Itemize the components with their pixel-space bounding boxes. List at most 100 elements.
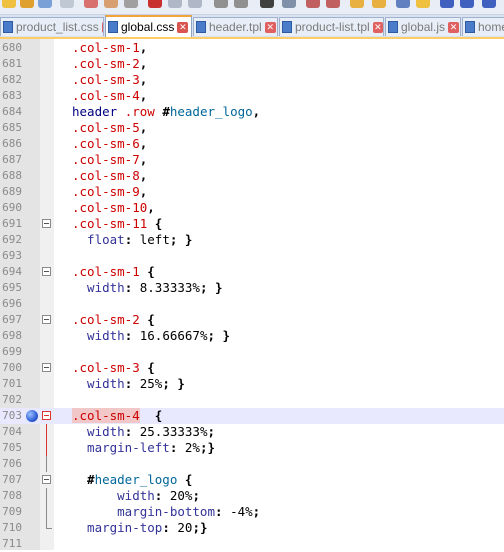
open-file-icon[interactable]: [20, 0, 34, 8]
code-line[interactable]: 709 margin-bottom: -4%;: [0, 504, 504, 520]
tab-label: global.js: [401, 20, 446, 34]
line-number: 707: [2, 473, 22, 486]
find-icon[interactable]: [260, 0, 274, 8]
fold-toggle-icon[interactable]: [42, 475, 51, 484]
code-token: width: [72, 280, 125, 295]
line-number: 706: [2, 457, 22, 470]
close-tab-icon[interactable]: ✕: [264, 21, 276, 33]
copy-icon[interactable]: [168, 0, 182, 8]
code-line[interactable]: 693: [0, 248, 504, 264]
sync-scroll-icon[interactable]: [350, 0, 364, 8]
zoom-in-icon[interactable]: [306, 0, 320, 8]
fold-toggle-icon[interactable]: [42, 315, 51, 324]
new-file-icon[interactable]: [2, 0, 16, 8]
code-token: {: [154, 216, 163, 231]
fold-toggle-icon[interactable]: [42, 411, 51, 420]
code-text: margin-bottom: -4%;: [72, 504, 260, 520]
line-number: 688: [2, 169, 22, 182]
code-line[interactable]: 682 .col-sm-3,: [0, 72, 504, 88]
code-text: float: left; }: [72, 232, 192, 248]
code-token: #: [72, 472, 95, 487]
code-line[interactable]: 694 .col-sm-1 {: [0, 264, 504, 280]
tab-header-tpl[interactable]: header.tpl ✕: [193, 17, 278, 36]
tab-home[interactable]: home: [462, 17, 504, 36]
fold-toggle-icon[interactable]: [42, 363, 51, 372]
code-editor[interactable]: 680 .col-sm-1, 681 .col-sm-2, 682 .col-sm-3, 6…: [0, 39, 504, 550]
code-line[interactable]: 699: [0, 344, 504, 360]
tab-global-css[interactable]: global.css ✕: [105, 15, 192, 37]
run-icon[interactable]: [482, 0, 496, 8]
save-icon[interactable]: [38, 0, 52, 8]
fold-toggle-icon[interactable]: [42, 267, 51, 276]
play-icon[interactable]: [460, 0, 474, 8]
code-token: :: [124, 328, 140, 343]
cut-icon[interactable]: [148, 0, 162, 8]
macro-icon[interactable]: [416, 0, 430, 8]
code-line[interactable]: 696: [0, 296, 504, 312]
line-number: 704: [2, 425, 22, 438]
code-line[interactable]: 689 .col-sm-9,: [0, 184, 504, 200]
print-icon[interactable]: [124, 0, 138, 8]
code-token: .col-sm-3: [72, 360, 148, 375]
paste-icon[interactable]: [188, 0, 202, 8]
close-tab-icon[interactable]: ✕: [177, 21, 189, 33]
code-line[interactable]: 697 .col-sm-2 {: [0, 312, 504, 328]
code-text: .col-sm-5,: [72, 120, 147, 136]
code-line[interactable]: 702: [0, 392, 504, 408]
code-line[interactable]: 695 width: 8.33333%; }: [0, 280, 504, 296]
close-tab-icon[interactable]: ✕: [101, 21, 103, 33]
code-line[interactable]: 687 .col-sm-7,: [0, 152, 504, 168]
code-text: .col-sm-4 {: [72, 408, 162, 424]
code-line[interactable]: 706: [0, 456, 504, 472]
code-line[interactable]: 710 margin-top: 20;}: [0, 520, 504, 536]
tab-global-js[interactable]: global.js ✕: [385, 17, 461, 36]
code-text: .col-sm-1,: [72, 40, 147, 56]
zoom-out-icon[interactable]: [326, 0, 340, 8]
word-wrap-icon[interactable]: [372, 0, 386, 8]
close-tab-icon[interactable]: ✕: [372, 21, 383, 33]
code-token: .col-sm-1: [72, 264, 148, 279]
code-token: .col-sm-5: [72, 120, 140, 135]
code-line[interactable]: 692 float: left; }: [0, 232, 504, 248]
indent-guide-icon[interactable]: [396, 0, 410, 8]
bookmark-icon[interactable]: [26, 410, 38, 422]
code-token: header_logo: [169, 104, 253, 119]
code-text: .col-sm-9,: [72, 184, 147, 200]
close-tab-icon[interactable]: ✕: [448, 21, 460, 33]
code-line[interactable]: 700 .col-sm-3 {: [0, 360, 504, 376]
line-number: 687: [2, 153, 22, 166]
line-number: 701: [2, 377, 22, 390]
code-line[interactable]: 688 .col-sm-8,: [0, 168, 504, 184]
code-line[interactable]: 705 margin-left: 2%;}: [0, 440, 504, 456]
close-all-icon[interactable]: [104, 0, 118, 8]
redo-icon[interactable]: [234, 0, 248, 8]
code-token: 16.66667%: [139, 328, 208, 343]
code-line[interactable]: 680 .col-sm-1,: [0, 40, 504, 56]
code-line[interactable]: 683 .col-sm-4,: [0, 88, 504, 104]
tab-label: global.css: [121, 20, 175, 34]
line-number: 709: [2, 505, 22, 518]
fold-toggle-icon[interactable]: [42, 219, 51, 228]
code-line[interactable]: 701 width: 25%; }: [0, 376, 504, 392]
code-line[interactable]: 703 .col-sm-4 {: [0, 408, 504, 424]
record-icon[interactable]: [440, 0, 454, 8]
replace-icon[interactable]: [282, 0, 296, 8]
code-line[interactable]: 690 .col-sm-10,: [0, 200, 504, 216]
code-line[interactable]: 684 header .row #header_logo,: [0, 104, 504, 120]
tab-product-list-css[interactable]: product_list.css ✕: [0, 17, 104, 36]
code-token: :: [124, 232, 140, 247]
code-line[interactable]: 686 .col-sm-6,: [0, 136, 504, 152]
save-all-icon[interactable]: [60, 0, 74, 8]
code-token: width: [72, 376, 125, 391]
close-icon[interactable]: [84, 0, 98, 8]
code-line[interactable]: 708 width: 20%;: [0, 488, 504, 504]
tab-product-list-tpl[interactable]: product-list.tpl ✕: [279, 17, 384, 36]
undo-icon[interactable]: [214, 0, 228, 8]
code-line[interactable]: 704 width: 25.33333%;: [0, 424, 504, 440]
code-line[interactable]: 707 #header_logo {: [0, 472, 504, 488]
code-line[interactable]: 698 width: 16.66667%; }: [0, 328, 504, 344]
code-line[interactable]: 691 .col-sm-11 {: [0, 216, 504, 232]
code-line[interactable]: 681 .col-sm-2,: [0, 56, 504, 72]
code-token: ,: [139, 120, 148, 135]
code-line[interactable]: 685 .col-sm-5,: [0, 120, 504, 136]
